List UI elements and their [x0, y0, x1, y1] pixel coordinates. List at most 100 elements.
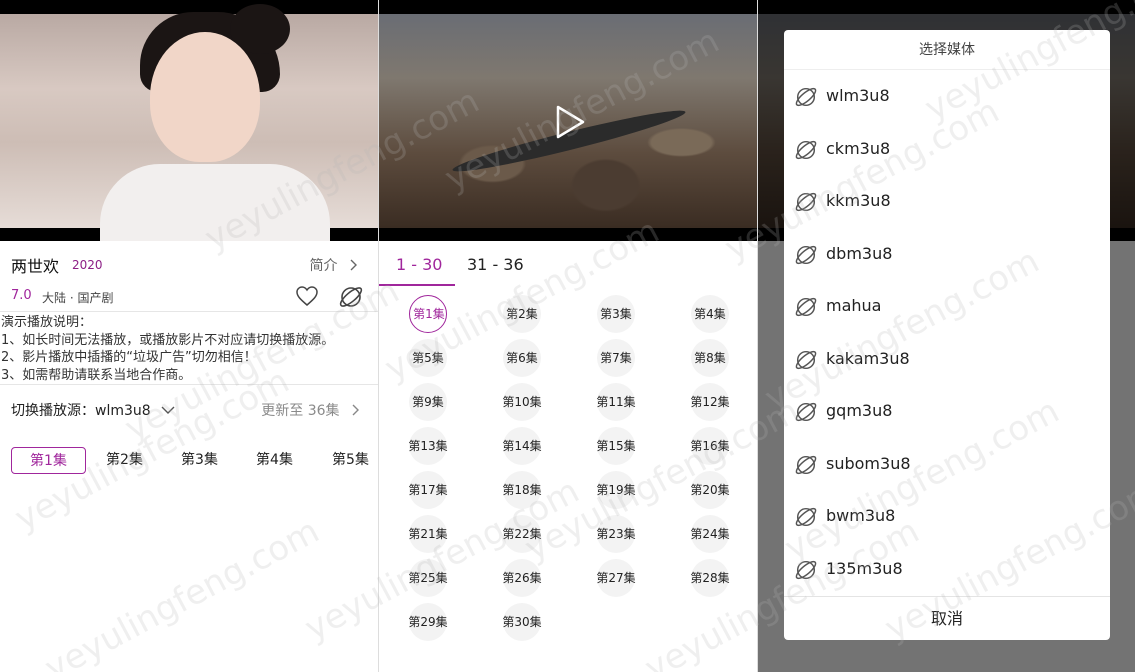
episode-cell-label: 第27集: [596, 571, 636, 585]
episode-cell[interactable]: 第30集: [502, 603, 542, 641]
episode-cell-label: 第14集: [502, 439, 542, 453]
meta-row: 7.0 大陆 · 国产剧: [11, 284, 364, 310]
media-item[interactable]: wlm3u8: [784, 71, 1110, 123]
episode-cell-label: 第15集: [596, 439, 636, 453]
tab-range-1-30[interactable]: 1 - 30: [396, 255, 442, 274]
episode-cell[interactable]: 第3集: [597, 295, 635, 333]
episode-chip[interactable]: 第3集: [162, 447, 237, 474]
updated-label: 更新至 36集: [261, 403, 340, 419]
episode-cell-label: 第21集: [408, 527, 448, 541]
episode-chip[interactable]: 第2集: [87, 447, 162, 474]
episode-cell[interactable]: 第5集: [409, 339, 447, 377]
source-row: 切换播放源：wlm3u8 更新至 36集: [11, 400, 360, 422]
episode-cell[interactable]: 第13集: [408, 427, 448, 465]
media-item[interactable]: ckm3u8: [784, 124, 1110, 176]
episode-cell[interactable]: 第26集: [502, 559, 542, 597]
episode-cell-label: 第2集: [506, 307, 538, 321]
video-player[interactable]: [0, 0, 378, 241]
episode-cell[interactable]: 第21集: [408, 515, 448, 553]
detail-screen: 两世欢 2020 简介 7.0 大陆 · 国产剧 演示播放说明： 1、如长时间无法…: [0, 0, 378, 672]
intro-link[interactable]: 简介: [310, 255, 358, 275]
show-year: 2020: [72, 258, 103, 272]
tab-range-31-36[interactable]: 31 - 36: [467, 255, 524, 274]
episode-cell[interactable]: 第23集: [596, 515, 636, 553]
video-robe: [100, 164, 330, 241]
episode-cell[interactable]: 第25集: [408, 559, 448, 597]
episode-cell[interactable]: 第19集: [596, 471, 636, 509]
notice-text: 演示播放说明： 1、如长时间无法播放，或播放影片不对应请切换播放源。 2、影片播放中…: [1, 314, 377, 384]
episode-cell-label: 第16集: [690, 439, 730, 453]
episode-cell[interactable]: 第7集: [597, 339, 635, 377]
chevron-right-icon: [352, 404, 359, 416]
episode-cell[interactable]: 第24集: [690, 515, 730, 553]
episode-chip[interactable]: 第1集: [11, 447, 86, 474]
episode-cell[interactable]: 第6集: [503, 339, 541, 377]
episode-cell[interactable]: 第15集: [596, 427, 636, 465]
episode-cell-label: 第12集: [690, 395, 730, 409]
episode-cell[interactable]: 第2集: [503, 295, 541, 333]
media-item[interactable]: kakam3u8: [784, 334, 1110, 386]
video-player[interactable]: [379, 0, 757, 241]
episode-cell[interactable]: 第11集: [596, 383, 636, 421]
episode-cell-label: 第23集: [596, 527, 636, 541]
episode-cell[interactable]: 第4集: [691, 295, 729, 333]
media-item[interactable]: mahua: [784, 281, 1110, 333]
media-item[interactable]: 135m3u8: [784, 544, 1110, 596]
planet-icon: [795, 507, 817, 527]
media-name: bwm3u8: [826, 506, 896, 525]
planet-icon: [795, 140, 817, 159]
media-item[interactable]: dbm3u8: [784, 229, 1110, 281]
episode-cell-label: 第19集: [596, 483, 636, 497]
episode-cell[interactable]: 第28集: [690, 559, 730, 597]
episode-cell[interactable]: 第12集: [690, 383, 730, 421]
episode-chip[interactable]: 第4集: [237, 447, 312, 474]
chevron-down-icon: [161, 406, 175, 414]
episode-cell[interactable]: 第18集: [502, 471, 542, 509]
update-status[interactable]: 更新至 36集: [261, 400, 360, 420]
episode-cell-label: 第10集: [502, 395, 542, 409]
episode-cell-label: 第22集: [502, 527, 542, 541]
planet-icon: [795, 192, 817, 212]
planet-icon: [795, 350, 817, 369]
episode-cell[interactable]: 第1集: [409, 295, 447, 333]
planet-icon: [795, 87, 817, 107]
media-item[interactable]: kkm3u8: [784, 176, 1110, 228]
episode-cell-label: 第28集: [690, 571, 730, 585]
notice-line: 3、如需帮助请联系当地合作商。: [1, 367, 192, 383]
episode-cell[interactable]: 第10集: [502, 383, 542, 421]
genre: 大陆 · 国产剧: [42, 291, 114, 305]
media-name: ckm3u8: [826, 138, 891, 158]
episode-cell-label: 第13集: [408, 439, 448, 453]
episode-cell[interactable]: 第9集: [409, 383, 447, 421]
episode-cell[interactable]: 第14集: [502, 427, 542, 465]
switch-source-button[interactable]: 切换播放源：wlm3u8: [11, 400, 175, 420]
episode-cell[interactable]: 第27集: [596, 559, 636, 597]
episode-cell[interactable]: 第22集: [502, 515, 542, 553]
media-item[interactable]: bwm3u8: [784, 491, 1110, 543]
notice-line: 2、影片播放中插播的“垃圾广告”切勿相信！: [1, 350, 257, 365]
video-frame: [0, 4, 378, 241]
episode-cell-label: 第25集: [408, 571, 448, 585]
episode-cell[interactable]: 第29集: [408, 603, 448, 641]
media-name: subom3u8: [826, 453, 911, 473]
episode-cell[interactable]: 第16集: [690, 427, 730, 465]
episode-cell[interactable]: 第17集: [408, 471, 448, 509]
media-item[interactable]: subom3u8: [784, 439, 1110, 491]
episode-cell-label: 第7集: [600, 351, 632, 365]
planet-icon[interactable]: [338, 284, 364, 310]
media-item[interactable]: gqm3u8: [784, 386, 1110, 438]
episode-cell-label: 第4集: [694, 307, 726, 321]
cancel-button[interactable]: 取消: [784, 596, 1110, 640]
episode-cell-label: 第18集: [502, 483, 542, 497]
heart-icon[interactable]: [295, 285, 319, 307]
episode-cell-label: 第6集: [506, 351, 538, 365]
episode-cell[interactable]: 第20集: [690, 471, 730, 509]
media-name: dbm3u8: [826, 243, 893, 263]
episode-chip[interactable]: 第5集: [313, 447, 378, 474]
episode-cell-label: 第1集: [413, 307, 445, 321]
rating: 7.0: [11, 288, 32, 303]
episode-row: 第1集 第2集 第3集 第4集 第5集: [11, 447, 378, 475]
episode-cell[interactable]: 第8集: [691, 339, 729, 377]
planet-icon: [795, 297, 817, 317]
play-icon[interactable]: [554, 104, 586, 140]
